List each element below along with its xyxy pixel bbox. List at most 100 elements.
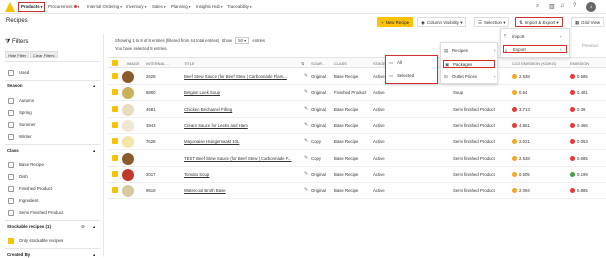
- title-link[interactable]: Belgian Leek Soup: [184, 90, 220, 95]
- clear-filters-button[interactable]: Clear Filters: [30, 51, 58, 58]
- column-visibility-button[interactable]: ◉ Column Visibility ▾: [417, 17, 467, 27]
- menu-item-selected[interactable]: ▭ Selected: [389, 72, 436, 80]
- building-icon[interactable]: ▥: [549, 3, 555, 10]
- nav-planning[interactable]: Planning▾: [171, 3, 191, 11]
- filter-class-ingredient[interactable]: Ingredient: [8, 197, 39, 204]
- select-all-checkbox[interactable]: [112, 60, 118, 66]
- row-checkbox[interactable]: [112, 89, 118, 96]
- sort-icon[interactable]: ⇅: [301, 61, 304, 66]
- clear-filter-icon[interactable]: ⊘: [81, 224, 85, 230]
- checkbox[interactable]: [8, 161, 14, 168]
- column-header-image[interactable]: IMAGE: [127, 61, 140, 66]
- bell-icon[interactable]: ♫: [560, 3, 565, 9]
- filter-class-dish[interactable]: Dish: [8, 173, 28, 180]
- menu-item-export[interactable]: ⤓ Export ›: [503, 45, 567, 53]
- row-checkbox[interactable]: [112, 121, 118, 128]
- filter-season-winter[interactable]: Winter: [8, 133, 32, 140]
- filter-season-autumn[interactable]: Autumn: [8, 97, 34, 104]
- column-header-class[interactable]: CLASS: [334, 61, 347, 66]
- chevron-up-icon: ▴: [93, 224, 96, 229]
- title-link[interactable]: Mayonaise Huisgemaakt 10L: [184, 139, 239, 144]
- checkbox[interactable]: [8, 121, 14, 128]
- menu-item-all[interactable]: ▭ All: [389, 59, 436, 67]
- row-checkbox[interactable]: [112, 154, 118, 161]
- filter-used[interactable]: Used: [8, 69, 29, 76]
- new-recipe-button[interactable]: + New Recipe: [377, 17, 414, 27]
- menu-item-outlet-prices[interactable]: ⊟ Outlet Prices ›: [444, 73, 496, 81]
- selection-button[interactable]: ☰ Selection ▾: [474, 17, 510, 27]
- filter-class-base-recipe[interactable]: Base Recipe: [8, 161, 44, 168]
- previous-page-link[interactable]: Previous: [582, 43, 598, 48]
- row-checkbox[interactable]: [112, 187, 118, 194]
- row-checkbox[interactable]: [112, 138, 118, 145]
- nav-internal-ordering[interactable]: Internal Ordering▾: [87, 3, 122, 11]
- nav-procurement[interactable]: Procurement ▾: [48, 3, 79, 11]
- import-export-button[interactable]: ⇅ Import & Export ▾: [515, 17, 563, 27]
- title-link[interactable]: Beef Stew Sauce (for Beef Stew | Carbonn…: [184, 74, 287, 79]
- row-checkbox[interactable]: [112, 73, 118, 79]
- filter-season-summer[interactable]: Summer: [8, 121, 36, 128]
- help-icon[interactable]: ?: [573, 3, 576, 9]
- page-size-select[interactable]: 50 ▾: [235, 37, 250, 44]
- edit-icon[interactable]: ✎: [304, 106, 308, 112]
- title-link[interactable]: TEST Beef Stew Sauce (for Beef Stew | Ca…: [184, 156, 292, 161]
- title-link[interactable]: Chicken Béchamel Filling: [184, 107, 232, 112]
- menu-item-recipes[interactable]: ▤ Recipes ›: [444, 47, 496, 55]
- nav-traceability[interactable]: Traceability▾: [227, 3, 252, 11]
- table-row[interactable]: 7628 Mayonaise Huisgemaakt 10L ✎ Copy Base R…: [108, 134, 606, 151]
- column-header-title[interactable]: TITLE: [184, 61, 195, 66]
- edit-icon[interactable]: ✎: [304, 171, 308, 177]
- row-checkbox[interactable]: [112, 105, 118, 112]
- edit-icon[interactable]: ✎: [304, 89, 308, 95]
- class-section-header[interactable]: Class ▴: [7, 148, 95, 153]
- edit-icon[interactable]: ✎: [304, 155, 308, 161]
- column-header-source[interactable]: SOUR...: [311, 61, 325, 66]
- nav-sales[interactable]: Sales▾: [152, 3, 166, 11]
- edit-icon[interactable]: ✎: [304, 187, 308, 193]
- table-row[interactable]: 8860 Belgian Leek Soup ✎ Original Finished P…: [108, 85, 606, 102]
- checkbox[interactable]: [8, 209, 14, 216]
- menu-item-import[interactable]: ⤒ Import ›: [504, 33, 568, 41]
- table-row[interactable]: TEST Beef Stew Sauce (for Beef Stew | Ca…: [108, 151, 606, 167]
- table-row[interactable]: 3943 Cream Sauce for Leeks and Ham ✎ Origin…: [108, 118, 606, 134]
- checkbox[interactable]: [8, 185, 14, 192]
- column-header-emission[interactable]: EMISSION: [570, 61, 589, 66]
- title-link[interactable]: Cream Sauce for Leeks and Ham: [184, 123, 248, 128]
- season-section-header[interactable]: Season ▴: [7, 83, 95, 88]
- table-row[interactable]: 4581 Chicken Béchamel Filling ✎ Original Bas…: [108, 102, 606, 118]
- column-header-internal[interactable]: INTERNAL ...: [146, 61, 169, 66]
- column-header-co2[interactable]: CO2 EMISSION (KG/KG): [512, 61, 556, 66]
- app-logo[interactable]: [5, 2, 15, 12]
- table-row[interactable]: 2528 Beef Stew Sauce (for Beef Stew | Car…: [108, 69, 606, 85]
- title-link[interactable]: Tomato Soup: [184, 172, 209, 177]
- edit-icon[interactable]: ✎: [304, 73, 308, 79]
- edit-icon[interactable]: ✎: [304, 122, 308, 128]
- grid-view-button[interactable]: ▦ Grid View: [571, 17, 605, 27]
- table-row[interactable]: 2017 Tomato Soup ✎ Original Base Recipe Activ…: [108, 167, 606, 183]
- filter-season-spring[interactable]: Spring: [8, 109, 32, 116]
- checkbox[interactable]: [8, 69, 14, 76]
- row-checkbox[interactable]: [112, 170, 118, 177]
- checkbox[interactable]: [8, 97, 14, 104]
- checkbox[interactable]: [8, 197, 14, 204]
- hide-filter-button[interactable]: Hide Filter: [5, 51, 30, 58]
- avatar[interactable]: J: [586, 2, 596, 12]
- nav-products[interactable]: Products▾: [18, 2, 46, 12]
- edit-icon[interactable]: ✎: [304, 138, 308, 144]
- table-row[interactable]: 9519 Watercool Broth Base ✎ Original Base Re…: [108, 183, 606, 200]
- filter-class-finished-product[interactable]: Finished Product: [8, 185, 52, 192]
- filter-class-semi-finished-product[interactable]: Semi Finished Product: [8, 209, 63, 216]
- search-icon[interactable]: ⌕: [536, 3, 539, 10]
- checkbox[interactable]: [8, 109, 14, 116]
- filter-only-stockable[interactable]: Only stockable recipes: [8, 237, 63, 244]
- checkbox[interactable]: [8, 133, 14, 140]
- title-link[interactable]: Watercool Broth Base: [184, 188, 226, 193]
- checkbox-checked[interactable]: [8, 237, 14, 244]
- column-header-stage[interactable]: STAGE: [373, 61, 386, 66]
- nav-insights-hub[interactable]: Insights Hub▾: [196, 3, 223, 11]
- nav-inventory[interactable]: Inventory▾: [126, 3, 146, 11]
- created-by-section-header[interactable]: Created By ▴: [7, 252, 95, 257]
- menu-item-packages[interactable]: ▣ Packages ›: [443, 60, 496, 68]
- stockable-section-header[interactable]: Stockable recipes (1) ⊘ ▴: [7, 224, 95, 229]
- checkbox[interactable]: [8, 173, 14, 180]
